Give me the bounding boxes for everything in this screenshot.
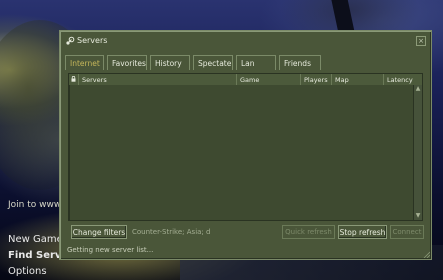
server-list[interactable]: Servers Game Players Map Latency ▲ ▼ bbox=[68, 73, 423, 221]
scrollbar[interactable]: ▲ ▼ bbox=[413, 85, 422, 220]
column-latency[interactable]: Latency bbox=[384, 74, 414, 85]
filter-summary: Counter-Strike; Asia; d bbox=[132, 228, 211, 236]
tab-favorites[interactable]: Favorites bbox=[107, 55, 147, 70]
menu-new-game[interactable]: New Game bbox=[8, 234, 63, 245]
join-text: Join to www bbox=[8, 200, 62, 210]
stop-refresh-button[interactable]: Stop refresh bbox=[338, 225, 387, 239]
status-text: Getting new server list... bbox=[67, 246, 154, 254]
column-players[interactable]: Players bbox=[301, 74, 332, 85]
tab-bar: Internet Favorites History Spectate Lan … bbox=[65, 55, 425, 70]
tab-lan[interactable]: Lan bbox=[236, 55, 276, 70]
menu-options[interactable]: Options bbox=[8, 266, 47, 277]
tab-history[interactable]: History bbox=[150, 55, 190, 70]
list-header: Servers Game Players Map Latency bbox=[69, 74, 422, 85]
column-game[interactable]: Game bbox=[237, 74, 301, 85]
close-button[interactable]: × bbox=[416, 36, 426, 46]
resize-grip-icon[interactable] bbox=[422, 250, 430, 258]
column-lock[interactable] bbox=[69, 74, 79, 85]
window-title: Servers bbox=[77, 36, 108, 45]
tab-internet[interactable]: Internet bbox=[65, 55, 104, 70]
quick-refresh-button[interactable]: Quick refresh bbox=[282, 225, 335, 239]
servers-window: Servers × Internet Favorites History Spe… bbox=[59, 30, 432, 260]
steam-icon bbox=[66, 36, 75, 45]
connect-button[interactable]: Connect bbox=[390, 225, 424, 239]
tab-friends[interactable]: Friends bbox=[279, 55, 321, 70]
lock-icon bbox=[71, 75, 76, 82]
tab-spectate[interactable]: Spectate bbox=[193, 55, 233, 70]
column-servers[interactable]: Servers bbox=[79, 74, 237, 85]
scroll-up-icon[interactable]: ▲ bbox=[414, 85, 422, 93]
change-filters-button[interactable]: Change filters bbox=[71, 225, 127, 239]
column-map[interactable]: Map bbox=[332, 74, 384, 85]
scroll-down-icon[interactable]: ▼ bbox=[414, 212, 422, 220]
title-bar[interactable]: Servers × bbox=[60, 31, 431, 51]
